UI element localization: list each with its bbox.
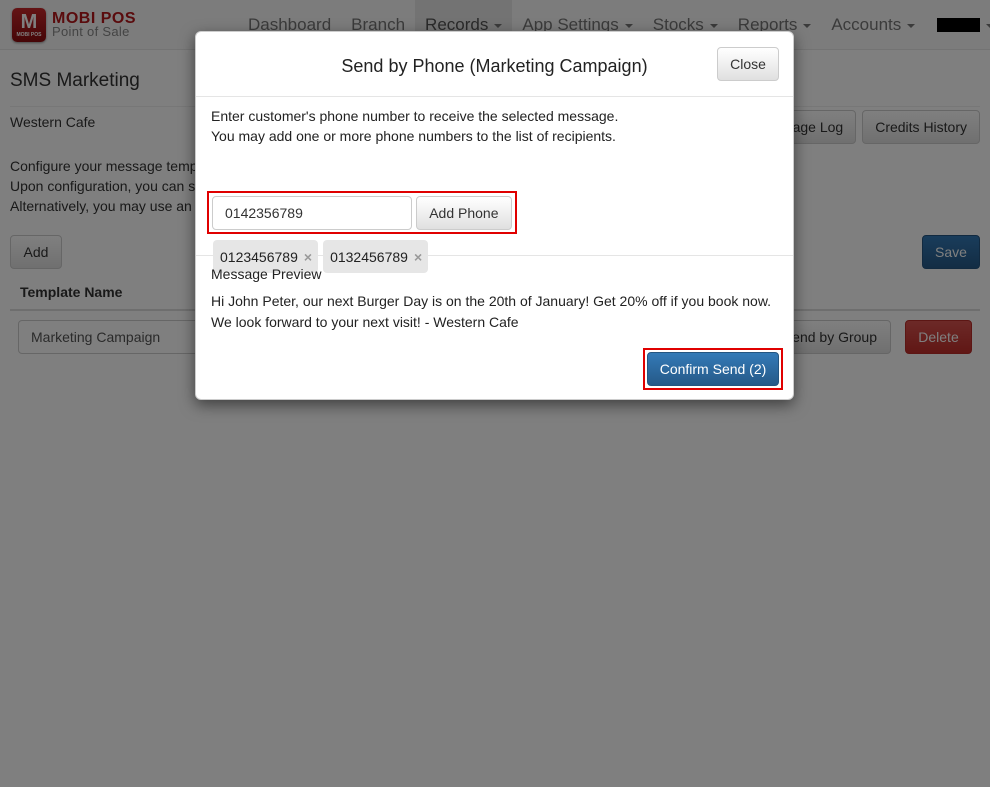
close-button[interactable]: Close <box>717 47 779 81</box>
modal-footer: Message Preview Hi John Peter, our next … <box>196 256 793 400</box>
modal-title: Send by Phone (Marketing Campaign) <box>341 56 648 76</box>
confirm-send-button[interactable]: Confirm Send (2) <box>647 352 779 386</box>
confirm-highlight: Confirm Send (2) <box>643 348 783 390</box>
send-by-phone-modal: Send by Phone (Marketing Campaign) Close… <box>195 31 794 400</box>
message-preview-label: Message Preview <box>211 266 322 282</box>
message-preview-text: Hi John Peter, our next Burger Day is on… <box>211 291 771 333</box>
modal-header: Send by Phone (Marketing Campaign) Close <box>196 32 793 97</box>
instruction-line: Enter customer's phone number to receive… <box>211 108 619 124</box>
preview-line: We look forward to your next visit! - We… <box>211 314 519 330</box>
instruction-line: You may add one or more phone numbers to… <box>211 128 616 144</box>
phone-entry-group: 0142356789 Add Phone <box>207 191 517 234</box>
instructions: Enter customer's phone number to receive… <box>211 106 618 146</box>
add-phone-button[interactable]: Add Phone <box>415 195 512 230</box>
preview-line: Hi John Peter, our next Burger Day is on… <box>211 293 772 309</box>
phone-number-input[interactable]: 0142356789 <box>212 195 412 230</box>
modal-body: Enter customer's phone number to receive… <box>196 97 793 273</box>
